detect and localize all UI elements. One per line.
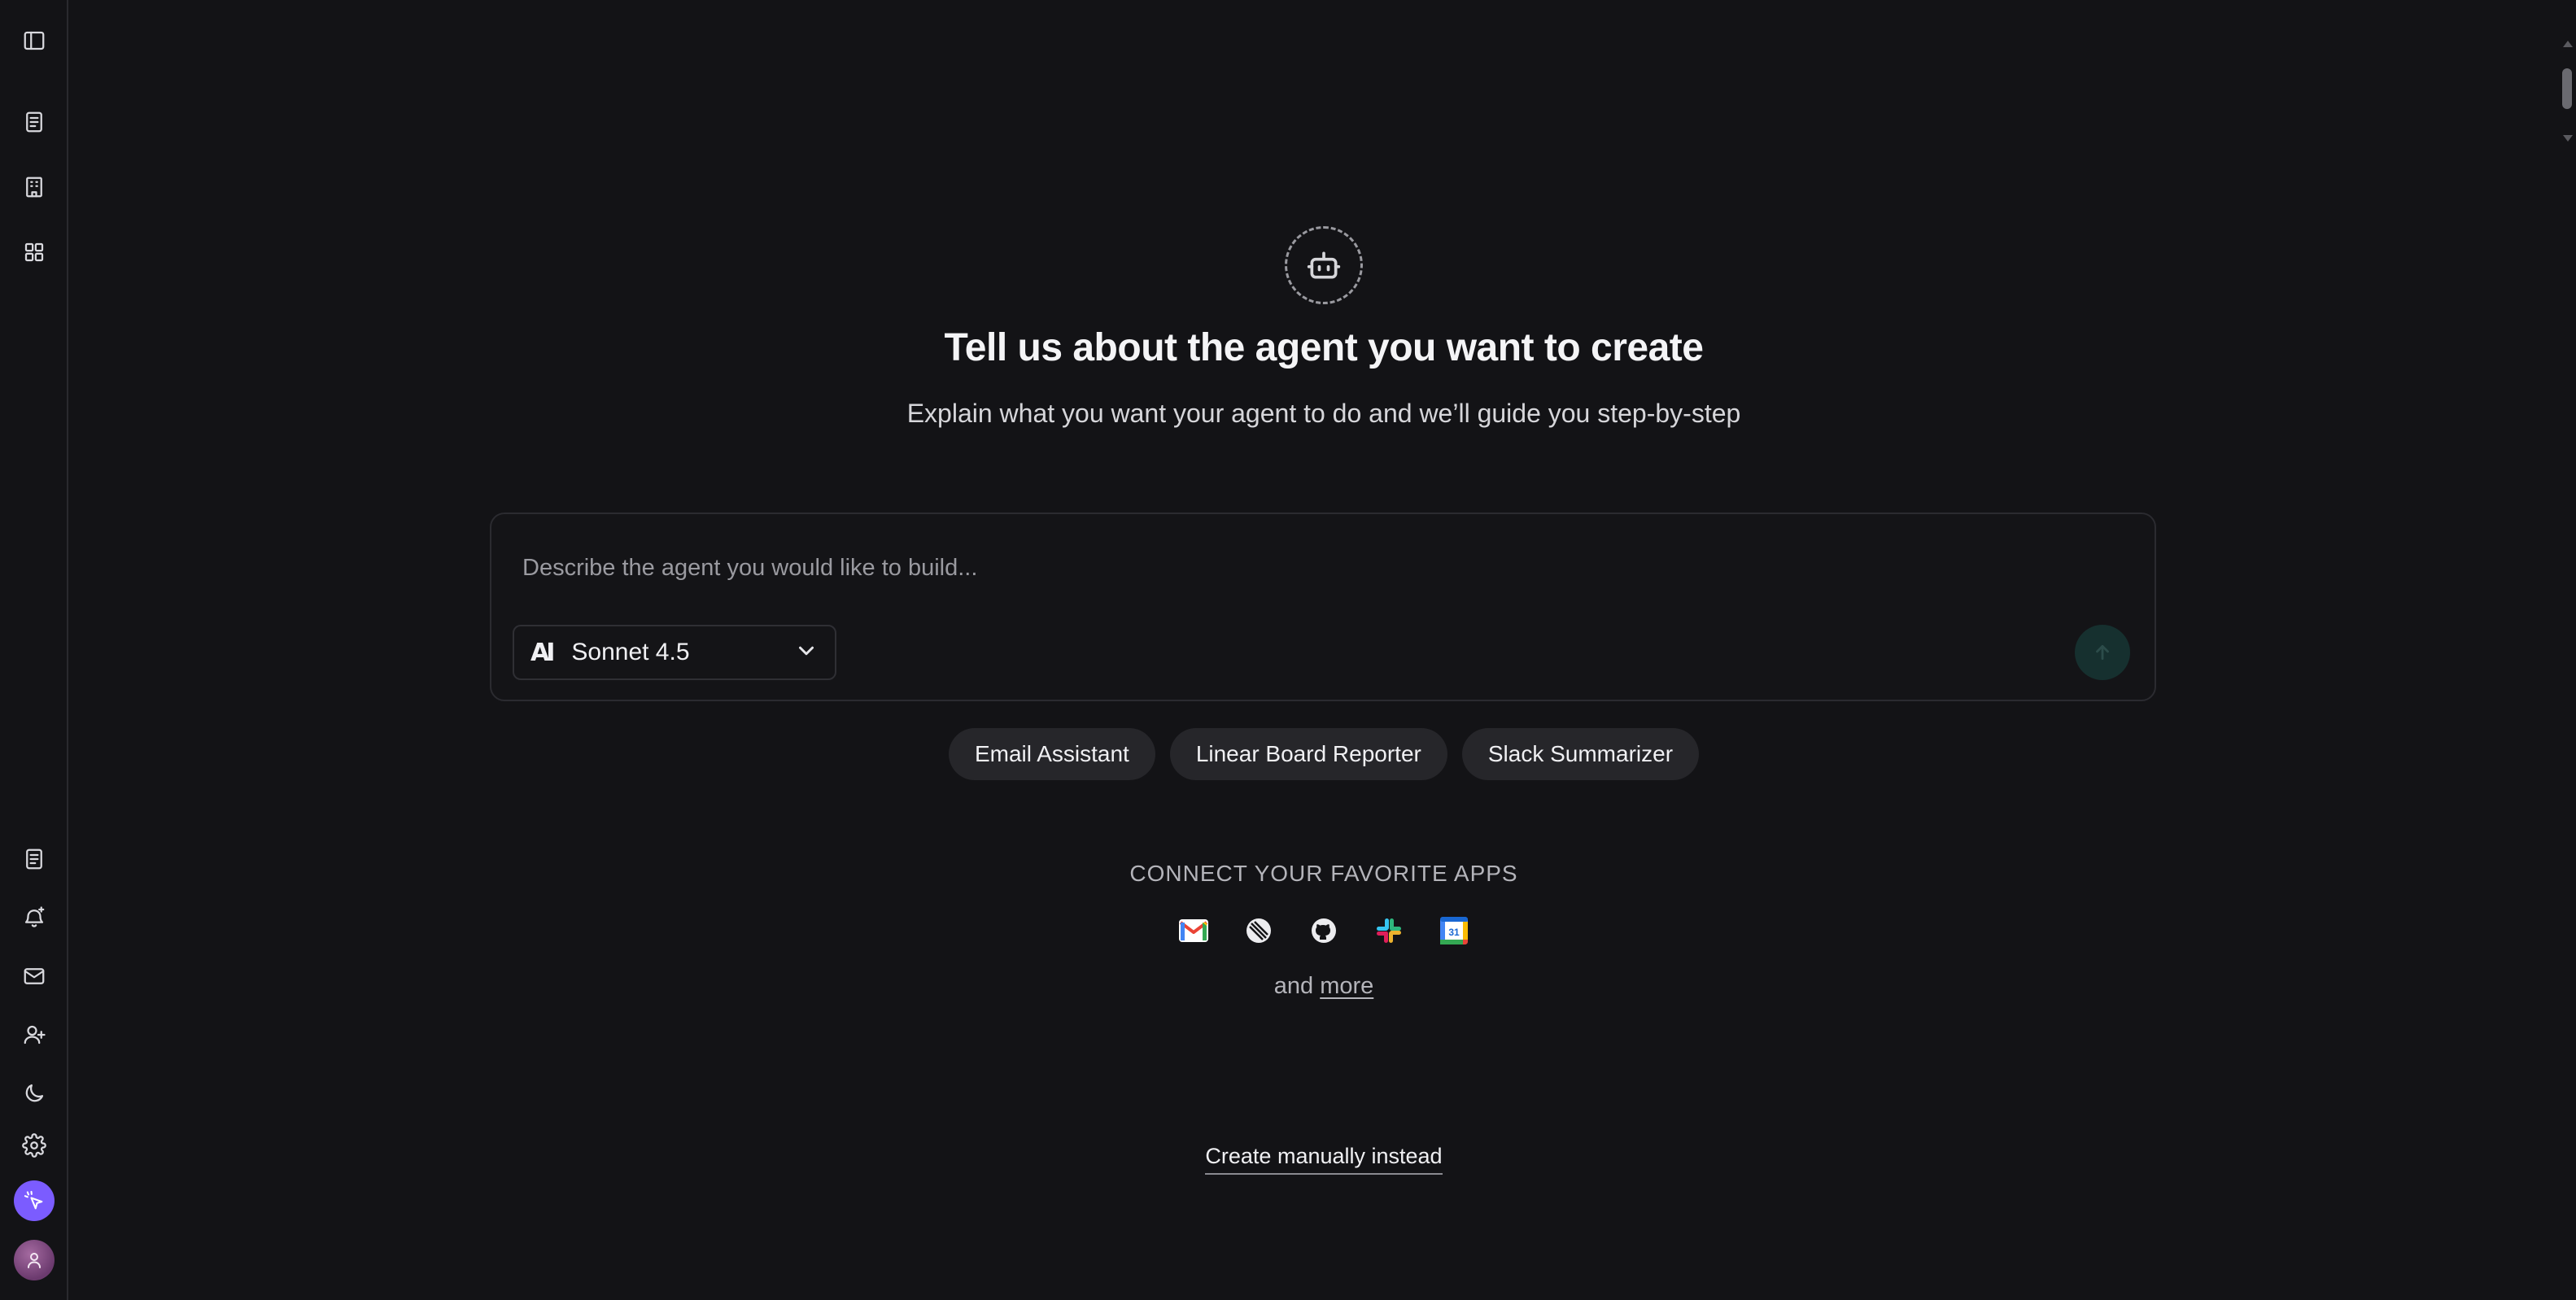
- moon-icon: [25, 1084, 44, 1102]
- assistant-avatar-button[interactable]: [14, 1180, 55, 1221]
- anthropic-logo-icon: AI: [530, 638, 555, 667]
- suggestion-chip-linear-board-reporter[interactable]: Linear Board Reporter: [1169, 728, 1447, 780]
- grid-icon: [24, 242, 44, 262]
- page-subtitle: Explain what you want your agent to do a…: [906, 399, 1741, 428]
- google-calendar-icon[interactable]: 31: [1438, 914, 1470, 947]
- app-icons-row: 31: [68, 914, 2576, 947]
- mail-button[interactable]: [11, 953, 57, 999]
- agent-description-input[interactable]: [521, 547, 2070, 589]
- bot-icon: [1307, 251, 1341, 279]
- theme-toggle-button[interactable]: [11, 1071, 57, 1116]
- documents-nav-button[interactable]: [11, 99, 57, 145]
- linear-icon[interactable]: [1242, 914, 1275, 947]
- agent-composer: AI Sonnet 4.5: [490, 513, 2156, 701]
- more-apps-link[interactable]: more: [1320, 973, 1373, 999]
- user-icon: [28, 1253, 41, 1268]
- and-more-line: and more: [68, 973, 2576, 1000]
- create-manually-link[interactable]: Create manually instead: [1205, 1144, 1443, 1175]
- settings-button[interactable]: [11, 1123, 57, 1168]
- mail-icon: [24, 968, 45, 984]
- scrollbar-thumb[interactable]: [2562, 68, 2572, 109]
- slack-icon[interactable]: [1373, 914, 1405, 947]
- github-icon[interactable]: [1308, 914, 1340, 947]
- suggestion-chips: Email Assistant Linear Board Reporter Sl…: [68, 728, 2576, 780]
- model-select-label: Sonnet 4.5: [571, 639, 690, 665]
- bell-plus-icon: [24, 906, 45, 927]
- notes-nav-button[interactable]: [11, 836, 57, 882]
- and-text: and: [1273, 973, 1314, 999]
- notes-icon: [26, 848, 42, 870]
- create-manually-container: Create manually instead: [68, 1144, 2576, 1175]
- suggestion-chip-email-assistant[interactable]: Email Assistant: [948, 728, 1155, 780]
- hero-bot-badge: [1285, 226, 1363, 304]
- document-icon: [26, 111, 42, 133]
- notifications-button[interactable]: [11, 895, 57, 940]
- scroll-up-arrow-icon[interactable]: [2563, 41, 2573, 47]
- model-select[interactable]: AI Sonnet 4.5: [513, 625, 836, 680]
- user-avatar[interactable]: [14, 1240, 55, 1280]
- connect-apps-heading: CONNECT YOUR FAVORITE APPS: [1129, 861, 1518, 886]
- app-root: Tell us about the agent you want to crea…: [0, 0, 2576, 1300]
- organization-nav-button[interactable]: [11, 164, 57, 210]
- send-button[interactable]: [2075, 625, 2130, 680]
- arrow-up-icon: [2096, 645, 2109, 660]
- left-rail: [0, 0, 68, 1300]
- settings-icon: [22, 1133, 46, 1158]
- apps-nav-button[interactable]: [11, 229, 57, 275]
- toggle-sidebar-icon: [24, 31, 45, 50]
- calendar-day-label: 31: [1448, 927, 1460, 938]
- toggle-sidebar-button[interactable]: [11, 18, 57, 63]
- chevron-down-icon: [794, 639, 819, 667]
- scrollbar[interactable]: [2558, 0, 2576, 1300]
- scroll-down-arrow-icon[interactable]: [2563, 135, 2573, 142]
- cursor-click-icon: [24, 1190, 43, 1210]
- suggestion-chip-slack-summarizer[interactable]: Slack Summarizer: [1461, 728, 1700, 780]
- page-title: Tell us about the agent you want to crea…: [944, 326, 1704, 369]
- user-plus-icon: [24, 1025, 46, 1045]
- main-content: Tell us about the agent you want to crea…: [68, 0, 2558, 1300]
- building-icon: [26, 177, 42, 198]
- invite-user-button[interactable]: [11, 1012, 57, 1058]
- gmail-icon[interactable]: [1177, 914, 1210, 947]
